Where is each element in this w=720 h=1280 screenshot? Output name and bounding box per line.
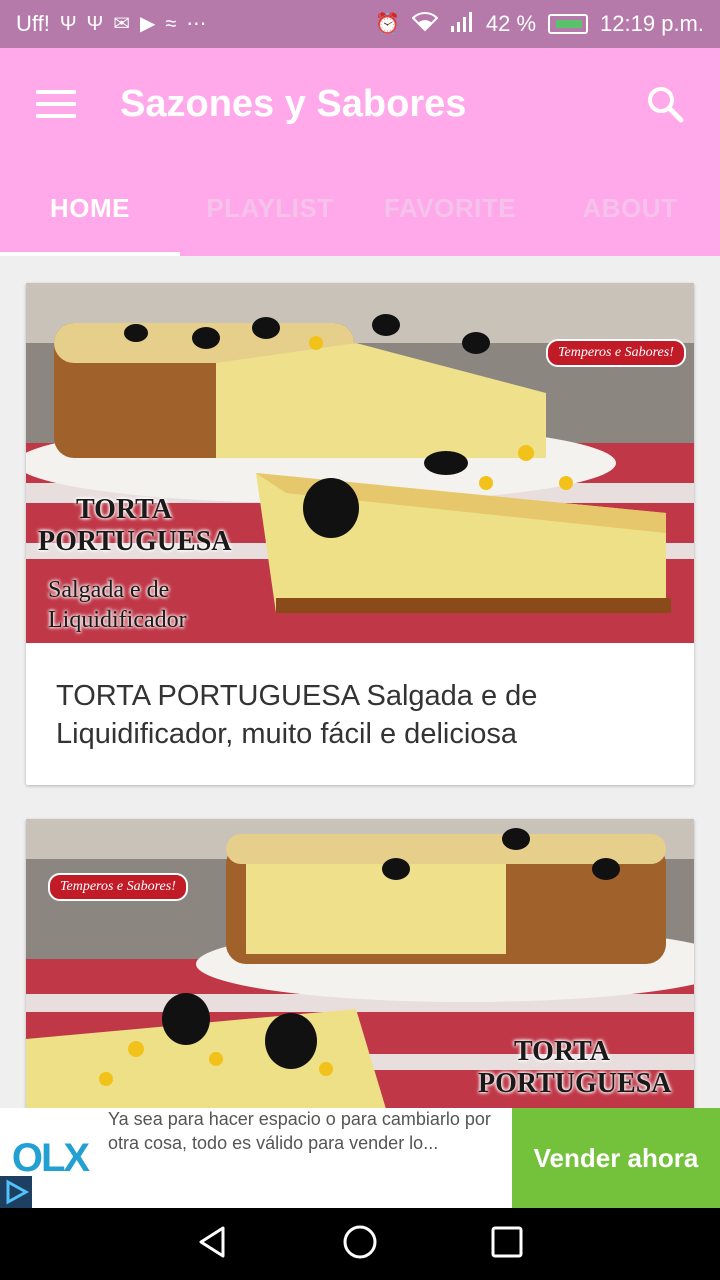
back-icon[interactable] — [195, 1224, 231, 1265]
olx-brand: OLX — [11, 1135, 90, 1180]
tab-about[interactable]: ABOUT — [540, 160, 720, 256]
usb-icon: Ψ — [59, 13, 77, 35]
system-nav-bar — [0, 1208, 720, 1280]
tab-playlist[interactable]: PLAYLIST — [180, 160, 360, 256]
recents-icon[interactable] — [489, 1224, 525, 1265]
status-left: Uff! Ψ Ψ ✉ ▶ ≈ ⋯ — [16, 11, 206, 37]
video-list: Temperos e Sabores! TORTA PORTUGUESA Sal… — [0, 256, 720, 1108]
cast-icon: ≈ — [165, 13, 177, 35]
more-notifications-icon: ⋯ — [186, 13, 207, 35]
video-thumbnail[interactable]: Temperos e Sabores! TORTA PORTUGUESA — [26, 819, 694, 1108]
video-thumbnail[interactable]: Temperos e Sabores! TORTA PORTUGUESA Sal… — [26, 283, 694, 643]
tab-favorite[interactable]: FAVORITE — [360, 160, 540, 256]
thumb-caption-line1: TORTA — [514, 1036, 611, 1067]
status-app-text: Uff! — [16, 11, 50, 36]
ad-banner[interactable]: OLX Ya sea para hacer espacio o para cam… — [0, 1108, 720, 1208]
battery-icon — [548, 14, 589, 34]
video-title[interactable]: TORTA PORTUGUESA Salgada e de Liquidific… — [26, 643, 694, 785]
ad-choices-icon[interactable] — [0, 1176, 32, 1208]
video-card[interactable]: Temperos e Sabores! TORTA PORTUGUESA — [26, 819, 694, 1108]
alarm-icon: ⏰ — [374, 13, 400, 35]
channel-badge: Temperos e Sabores! — [48, 873, 188, 901]
ad-text: Ya sea para hacer espacio o para cambiar… — [108, 1109, 491, 1153]
status-bar: Uff! Ψ Ψ ✉ ▶ ≈ ⋯ ⏰ 42 % 12:19 p.m. — [0, 0, 720, 48]
play-store-icon: ▶ — [140, 13, 156, 35]
video-card[interactable]: Temperos e Sabores! TORTA PORTUGUESA Sal… — [26, 283, 694, 785]
thumb-sub-line2: Liquidificador — [48, 607, 187, 633]
status-right: ⏰ 42 % 12:19 p.m. — [375, 11, 704, 37]
thumb-sub-line1: Salgada e de — [48, 577, 170, 603]
search-icon[interactable] — [646, 85, 684, 123]
mail-icon: ✉ — [113, 13, 131, 35]
tab-bar: HOME PLAYLIST FAVORITE ABOUT — [0, 160, 720, 256]
signal-icon — [450, 12, 474, 36]
toolbar: Sazones y Sabores — [0, 48, 720, 160]
ad-cta-button[interactable]: Vender ahora — [512, 1108, 720, 1208]
menu-icon[interactable] — [36, 90, 76, 118]
olx-logo: OLX — [0, 1108, 100, 1208]
usb-icon: Ψ — [86, 13, 104, 35]
app-title: Sazones y Sabores — [120, 82, 467, 125]
app-bar: Sazones y Sabores HOME PLAYLIST FAVORITE… — [0, 48, 720, 256]
status-time: 12:19 p.m. — [600, 11, 704, 36]
thumb-caption-line1: TORTA — [76, 494, 173, 525]
thumb-caption-line2: PORTUGUESA — [478, 1068, 672, 1099]
home-icon[interactable] — [342, 1224, 378, 1265]
battery-percent: 42 % — [485, 11, 537, 36]
channel-badge: Temperos e Sabores! — [546, 339, 686, 367]
thumb-caption-line2: PORTUGUESA — [38, 526, 232, 557]
tab-home[interactable]: HOME — [0, 160, 180, 256]
wifi-icon — [411, 12, 439, 36]
